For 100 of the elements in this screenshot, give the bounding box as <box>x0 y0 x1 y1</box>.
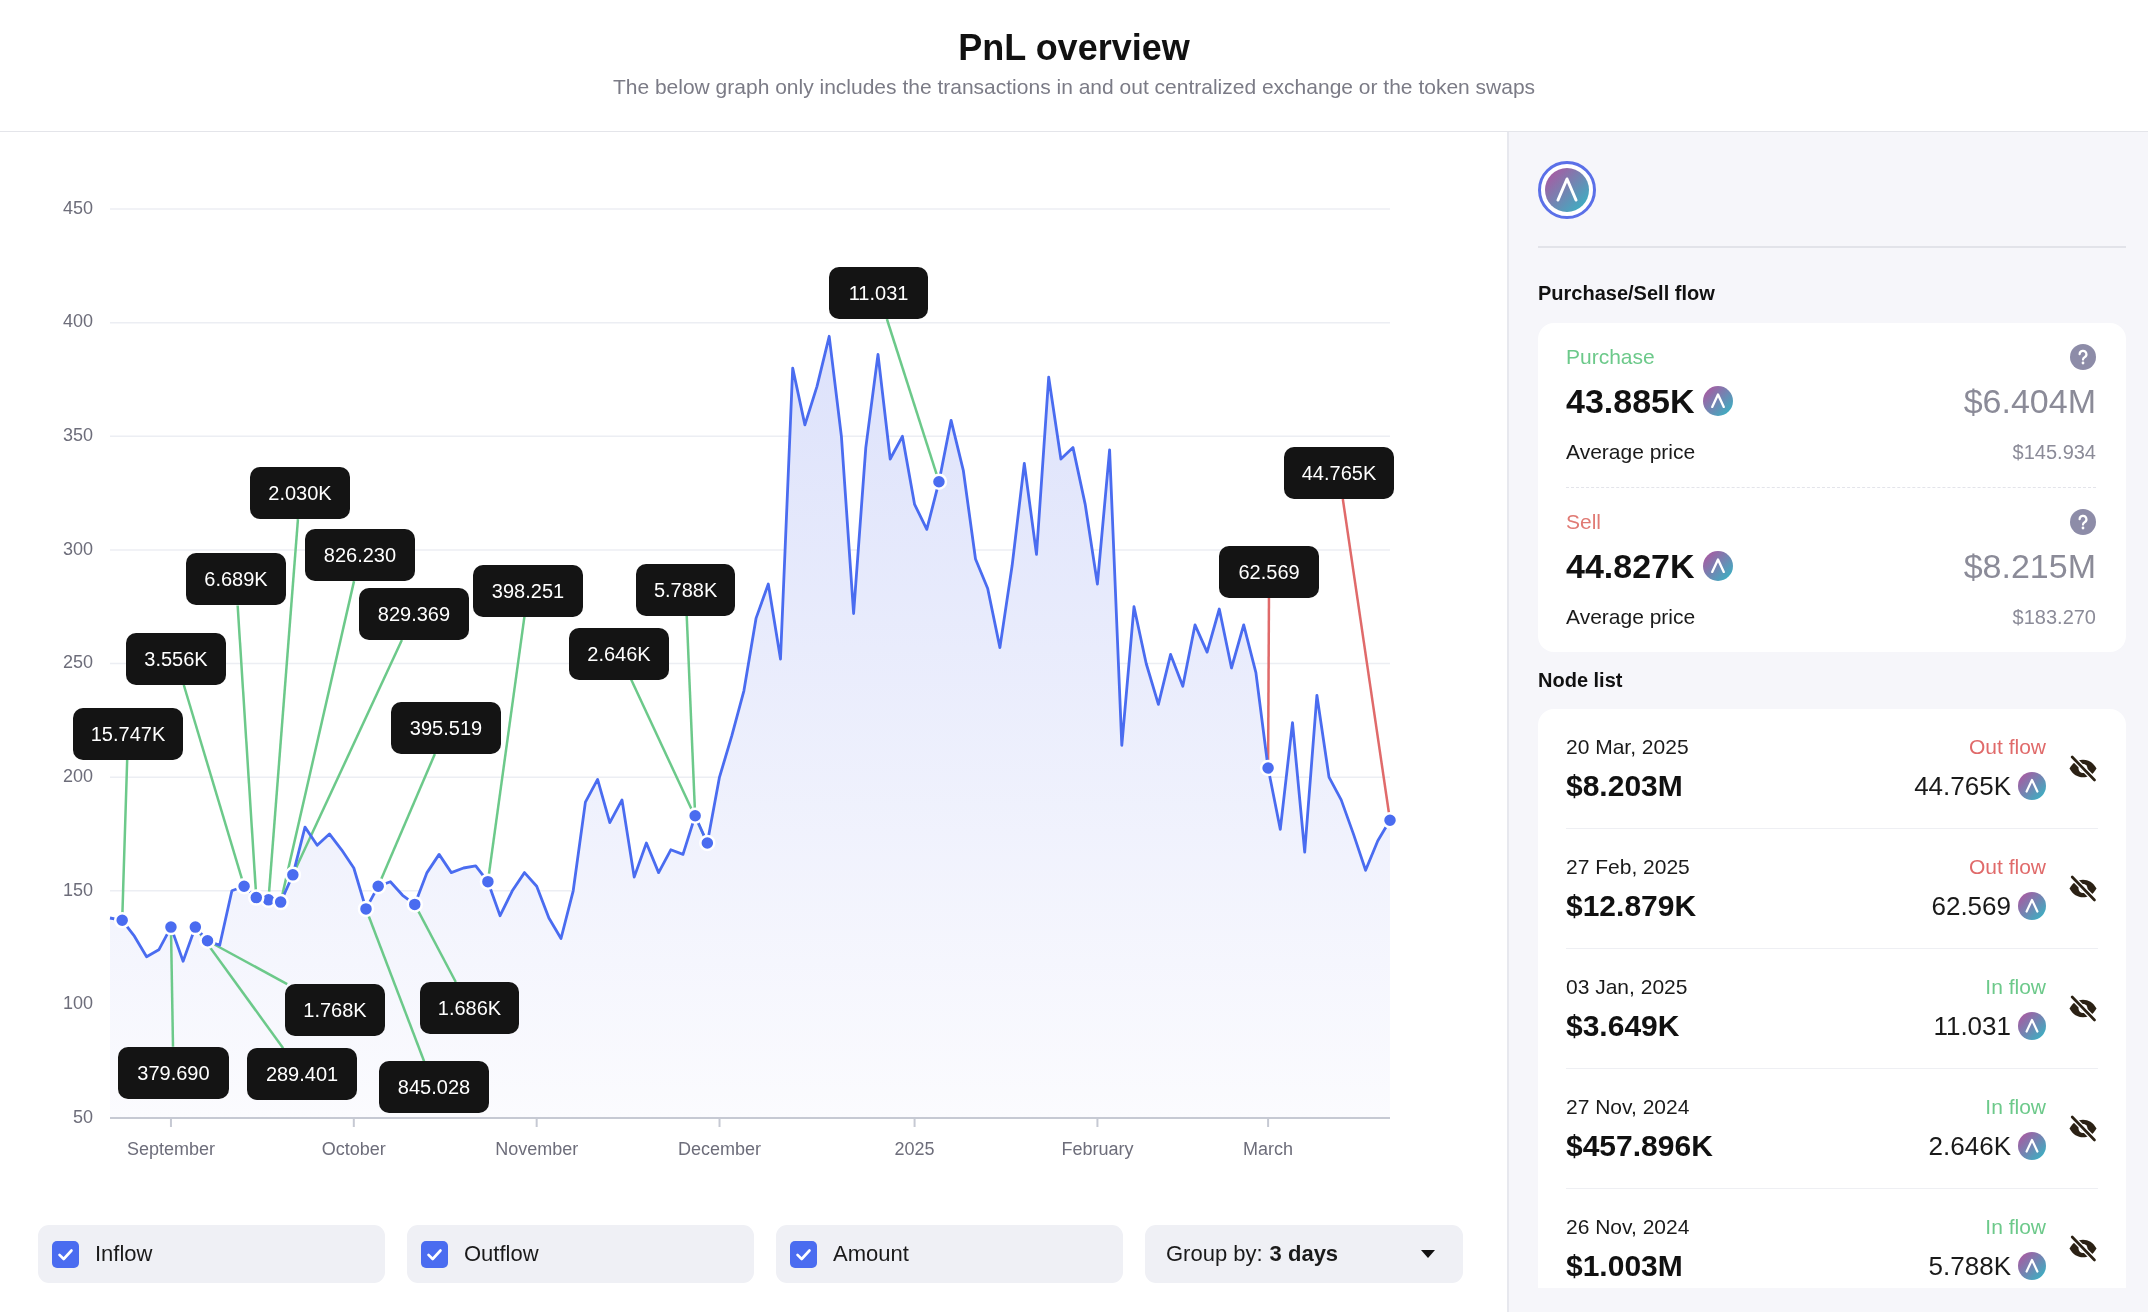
flow-direction: In flow <box>1985 1213 2046 1240</box>
amount-tag: 2.646K <box>569 627 669 680</box>
eye-slash-icon[interactable] <box>2068 1235 2098 1262</box>
amount-tag: 398.251 <box>472 564 584 617</box>
average-price-label: Average price <box>1566 604 1696 630</box>
flow-direction: Out flow <box>1968 733 2046 760</box>
group-by-dropdown[interactable]: Group by: 3 days <box>1145 1225 1463 1283</box>
node-date: 26 Nov, 2024 <box>1566 1213 1691 1240</box>
point-marker <box>369 877 387 895</box>
amount-tag: 5.788K <box>636 563 736 616</box>
node-value: $12.879K <box>1566 887 1698 924</box>
point-marker <box>1259 759 1277 777</box>
help-icon[interactable] <box>2070 509 2096 535</box>
eye-slash-icon[interactable] <box>2068 755 2098 782</box>
average-price-value: $183.270 <box>2012 605 2096 630</box>
x-axis-label: March <box>1243 1138 1294 1159</box>
node-value: $3.649K <box>1566 1007 1681 1044</box>
flow-label: Sell <box>1566 509 1602 535</box>
eye-slash-icon[interactable] <box>2068 1115 2098 1142</box>
node-value: $457.896K <box>1566 1127 1714 1164</box>
node-date: 27 Nov, 2024 <box>1566 1093 1691 1120</box>
flow-direction: In flow <box>1985 973 2046 1000</box>
x-axis-label: February <box>1061 1138 1134 1159</box>
point-marker <box>699 834 716 852</box>
help-icon[interactable] <box>2070 344 2096 370</box>
point-marker <box>113 912 131 929</box>
amount-tag: 395.519 <box>390 702 502 754</box>
usd-value: $8.215M <box>1963 546 2096 586</box>
point-marker <box>284 866 302 884</box>
x-axis-label: 2025 <box>894 1138 935 1159</box>
point-marker <box>272 893 289 911</box>
amount-tag: 2.030K <box>250 467 350 520</box>
eye-slash-icon[interactable] <box>2068 875 2098 902</box>
flow-label: Purchase <box>1566 344 1655 370</box>
point-marker <box>479 873 497 890</box>
node-value: $1.003M <box>1566 1247 1684 1284</box>
token-icon <box>1702 551 1733 581</box>
point-marker <box>1381 812 1399 829</box>
token-amount: 44.827K <box>1566 546 1695 586</box>
x-axis-label: September <box>126 1138 215 1159</box>
point-marker <box>686 807 704 824</box>
token-amount: 2.646K <box>1928 1129 2011 1163</box>
y-axis-label: 450 <box>62 197 93 218</box>
amount-tag: 289.401 <box>246 1048 358 1101</box>
amount-tag: 1.768K <box>285 984 385 1037</box>
token-icon <box>1702 386 1733 416</box>
x-axis-label: October <box>321 1138 386 1159</box>
amount-tag: 829.369 <box>358 588 470 641</box>
token-icon <box>2018 771 2046 800</box>
page-title: PnL overview <box>958 26 1190 70</box>
x-axis-label: November <box>495 1138 579 1159</box>
amount-tag: 845.028 <box>378 1061 490 1114</box>
node-date: 20 Mar, 2025 <box>1566 733 1690 760</box>
y-axis-label: 350 <box>62 425 93 445</box>
node-date: 03 Jan, 2025 <box>1566 973 1689 1000</box>
token-amount: 43.885K <box>1566 381 1695 421</box>
checkbox-icon[interactable] <box>52 1240 79 1268</box>
point-marker <box>357 900 375 918</box>
y-axis-label: 300 <box>62 538 93 559</box>
amount-tag: 379.690 <box>118 1046 229 1099</box>
y-axis-label: 200 <box>62 765 93 786</box>
token-icon <box>1538 161 1596 219</box>
point-marker <box>199 932 216 949</box>
caret-down-icon <box>1421 1250 1435 1258</box>
token-amount: 11.031 <box>1933 1009 2011 1043</box>
point-marker <box>187 918 204 936</box>
amount-tag: 3.556K <box>126 633 226 685</box>
token-icon <box>2018 1251 2046 1280</box>
amount-tag: 15.747K <box>72 708 184 760</box>
filter-toggle[interactable]: Inflow <box>38 1225 385 1283</box>
token-amount: 44.765K <box>1914 769 2011 803</box>
node-value: $8.203M <box>1566 767 1684 804</box>
flow-direction: Out flow <box>1968 853 2046 880</box>
section-title: Node list <box>1538 668 1624 693</box>
y-axis-label: 150 <box>62 879 93 900</box>
y-axis-label: 100 <box>62 993 93 1014</box>
token-icon <box>2018 1131 2046 1160</box>
amount-tag: 6.689K <box>186 553 286 606</box>
amount-tag: 1.686K <box>419 982 520 1034</box>
y-axis-label: 400 <box>62 311 93 332</box>
usd-value: $6.404M <box>1963 381 2096 421</box>
y-axis-label: 50 <box>72 1106 93 1127</box>
x-axis-label: December <box>678 1138 762 1159</box>
point-marker <box>235 877 253 895</box>
flow-direction: In flow <box>1985 1093 2046 1120</box>
average-price-value: $145.934 <box>2012 440 2096 465</box>
point-marker <box>248 889 265 906</box>
eye-slash-icon[interactable] <box>2068 995 2098 1022</box>
node-date: 27 Feb, 2025 <box>1566 853 1691 880</box>
point-marker <box>406 896 423 913</box>
checkbox-icon[interactable] <box>790 1240 817 1268</box>
amount-tag: 11.031 <box>828 267 929 319</box>
y-axis-label: 250 <box>62 652 93 673</box>
page-subtitle: The below graph only includes the transactions in and out centralized exchange or the token swaps <box>612 74 1536 100</box>
point-marker <box>162 918 180 936</box>
checkbox-icon[interactable] <box>421 1240 448 1268</box>
amount-tag: 44.765K <box>1283 447 1395 499</box>
filter-toggle[interactable]: Outflow <box>407 1225 754 1283</box>
filter-toggle[interactable]: Amount <box>776 1225 1123 1283</box>
amount-tag: 62.569 <box>1219 545 1319 598</box>
